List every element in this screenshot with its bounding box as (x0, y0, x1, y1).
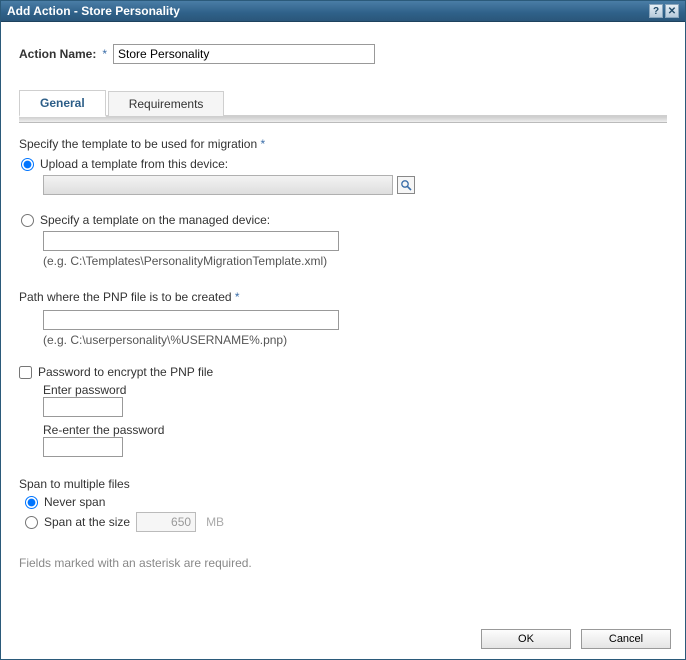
specify-template-radio[interactable] (21, 214, 34, 227)
action-name-label: Action Name: (19, 47, 96, 61)
enter-password-input[interactable] (43, 397, 123, 417)
required-star: * (102, 47, 107, 61)
required-star: * (260, 137, 265, 151)
upload-radio-row: Upload a template from this device: (21, 157, 667, 171)
specify-template-input[interactable] (43, 231, 339, 251)
dialog-window: Add Action - Store Personality ? ✕ Actio… (0, 0, 686, 660)
password-checkbox[interactable] (19, 366, 32, 379)
titlebar: Add Action - Store Personality ? ✕ (1, 1, 685, 22)
span-section: Span to multiple files Never span Span a… (19, 477, 667, 532)
reenter-password-input[interactable] (43, 437, 123, 457)
close-icon[interactable]: ✕ (665, 4, 679, 18)
action-name-input[interactable] (113, 44, 375, 64)
never-span-row: Never span (25, 495, 667, 509)
dialog-content: Action Name: * General Requirements Spec… (1, 22, 685, 621)
pnp-input-row (43, 310, 667, 330)
required-star: * (235, 290, 240, 304)
tab-underline (19, 117, 667, 123)
never-span-radio[interactable] (25, 496, 38, 509)
span-size-unit: MB (206, 515, 224, 529)
span-size-input (136, 512, 196, 532)
pnp-path-input[interactable] (43, 310, 339, 330)
upload-template-radio[interactable] (21, 158, 34, 171)
password-label: Password to encrypt the PNP file (38, 365, 213, 379)
footer-note: Fields marked with an asterisk are requi… (19, 556, 667, 570)
ok-button[interactable]: OK (481, 629, 571, 649)
tab-bar: General Requirements (19, 88, 667, 117)
span-size-label: Span at the size (44, 515, 130, 529)
pnp-heading-text: Path where the PNP file is to be created (19, 290, 232, 304)
upload-input-row (43, 175, 667, 195)
password-fields: Enter password Re-enter the password (43, 383, 667, 457)
specify-template-label: Specify a template on the managed device… (40, 213, 270, 227)
specify-input-row (43, 231, 667, 251)
never-span-label: Never span (44, 495, 105, 509)
search-icon (400, 179, 412, 191)
specify-radio-row: Specify a template on the managed device… (21, 213, 667, 227)
reenter-password-label: Re-enter the password (43, 423, 667, 437)
span-heading: Span to multiple files (19, 477, 667, 491)
titlebar-controls: ? ✕ (649, 4, 679, 18)
help-icon[interactable]: ? (649, 4, 663, 18)
enter-password-label: Enter password (43, 383, 667, 397)
specify-hint: (e.g. C:\Templates\PersonalityMigrationT… (43, 254, 667, 268)
browse-button[interactable] (397, 176, 415, 194)
template-heading-text: Specify the template to be used for migr… (19, 137, 257, 151)
password-check-row: Password to encrypt the PNP file (19, 365, 667, 379)
template-section: Specify the template to be used for migr… (19, 137, 667, 268)
button-bar: OK Cancel (1, 621, 685, 659)
upload-template-input[interactable] (43, 175, 393, 195)
pnp-heading: Path where the PNP file is to be created… (19, 290, 667, 304)
span-size-row: Span at the size MB (25, 512, 667, 532)
template-heading: Specify the template to be used for migr… (19, 137, 667, 151)
pnp-hint: (e.g. C:\userpersonality\%USERNAME%.pnp) (43, 333, 667, 347)
window-title: Add Action - Store Personality (7, 4, 180, 18)
action-name-row: Action Name: * (19, 44, 667, 64)
upload-template-label: Upload a template from this device: (40, 157, 228, 171)
cancel-button[interactable]: Cancel (581, 629, 671, 649)
pnp-section: Path where the PNP file is to be created… (19, 290, 667, 347)
tab-general[interactable]: General (19, 90, 106, 117)
span-size-radio[interactable] (25, 516, 38, 529)
tab-requirements[interactable]: Requirements (108, 91, 225, 116)
